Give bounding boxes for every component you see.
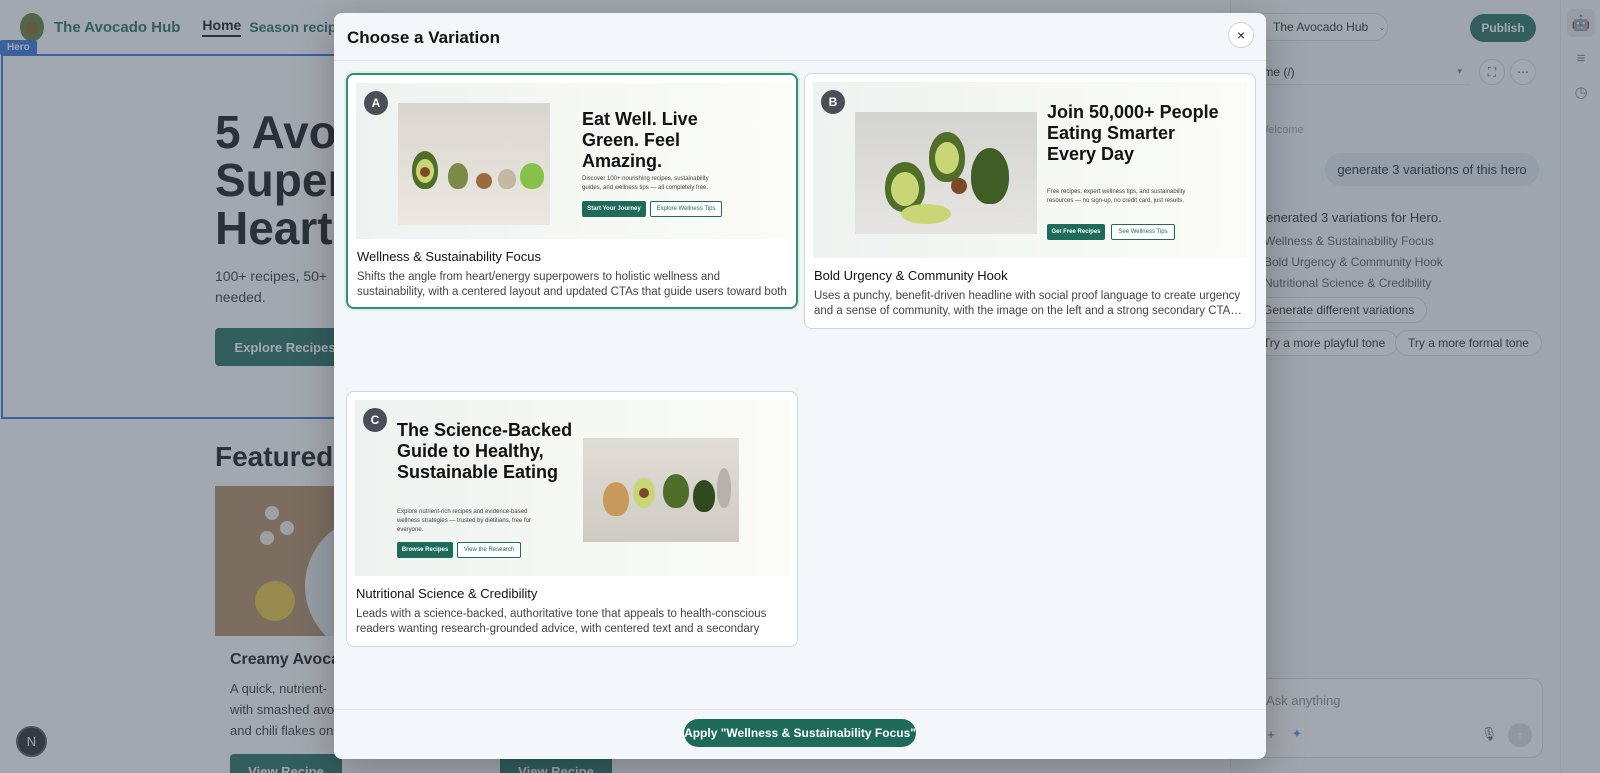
variation-letter-badge: C: [363, 408, 387, 432]
preview-text: Discover 100+ nourishing recipes, sustai…: [582, 176, 709, 191]
preview-secondary-button: View the Research: [457, 542, 521, 558]
preview-headline: Join 50,000+ People Eating Smarter Every…: [1047, 102, 1219, 164]
variation-preview-c: C The Science-Backed Guide to Healthy, S…: [355, 400, 789, 576]
preview-image: [398, 103, 550, 225]
variation-name: Nutritional Science & Credibility: [356, 586, 538, 601]
variation-description: Leads with a science-backed, authoritati…: [356, 608, 767, 635]
close-icon[interactable]: ×: [1228, 22, 1254, 48]
modal-title: Choose a Variation: [347, 28, 501, 47]
preview-image: [583, 438, 739, 542]
choose-variation-modal: Choose a Variation × A Eat Well. Live Gr…: [334, 13, 1266, 759]
variation-name: Wellness & Sustainability Focus: [357, 249, 542, 264]
variation-preview-b: B Join 50,000+ People Eating Smarter Eve…: [813, 82, 1247, 258]
preview-primary-button: Start Your Journey: [582, 201, 646, 217]
preview-text: Explore nutrient-rich recipes and eviden…: [397, 509, 532, 533]
variation-name: Bold Urgency & Community Hook: [814, 268, 1008, 283]
apply-variation-button[interactable]: Apply "Wellness & Sustainability Focus": [684, 719, 916, 747]
variation-card-a[interactable]: A Eat Well. Live Green. Feel Amazing. Di…: [346, 73, 798, 309]
variation-description: Uses a punchy, benefit-driven headline w…: [814, 290, 1242, 317]
preview-primary-button: Get Free Recipes: [1047, 224, 1105, 240]
variation-letter-badge: A: [364, 91, 388, 115]
modal-footer: Apply "Wellness & Sustainability Focus": [334, 709, 1266, 759]
variation-card-b[interactable]: B Join 50,000+ People Eating Smarter Eve…: [804, 73, 1256, 329]
preview-secondary-button: Explore Wellness Tips: [650, 201, 722, 217]
preview-secondary-button: See Wellness Tips: [1111, 224, 1175, 240]
variation-card-c[interactable]: C The Science-Backed Guide to Healthy, S…: [346, 391, 798, 647]
preview-headline: Eat Well. Live Green. Feel Amazing.: [582, 109, 698, 171]
variation-letter-badge: B: [821, 90, 845, 114]
modal-header: Choose a Variation ×: [334, 13, 1266, 61]
preview-headline: The Science-Backed Guide to Healthy, Sus…: [397, 420, 573, 482]
variation-preview-a: A Eat Well. Live Green. Feel Amazing. Di…: [356, 83, 790, 239]
preview-image: [855, 112, 1037, 234]
preview-text: Free recipes, expert wellness tips, and …: [1047, 189, 1186, 204]
preview-primary-button: Browse Recipes: [397, 542, 453, 558]
variation-description: Shifts the angle from heart/energy super…: [357, 271, 787, 298]
